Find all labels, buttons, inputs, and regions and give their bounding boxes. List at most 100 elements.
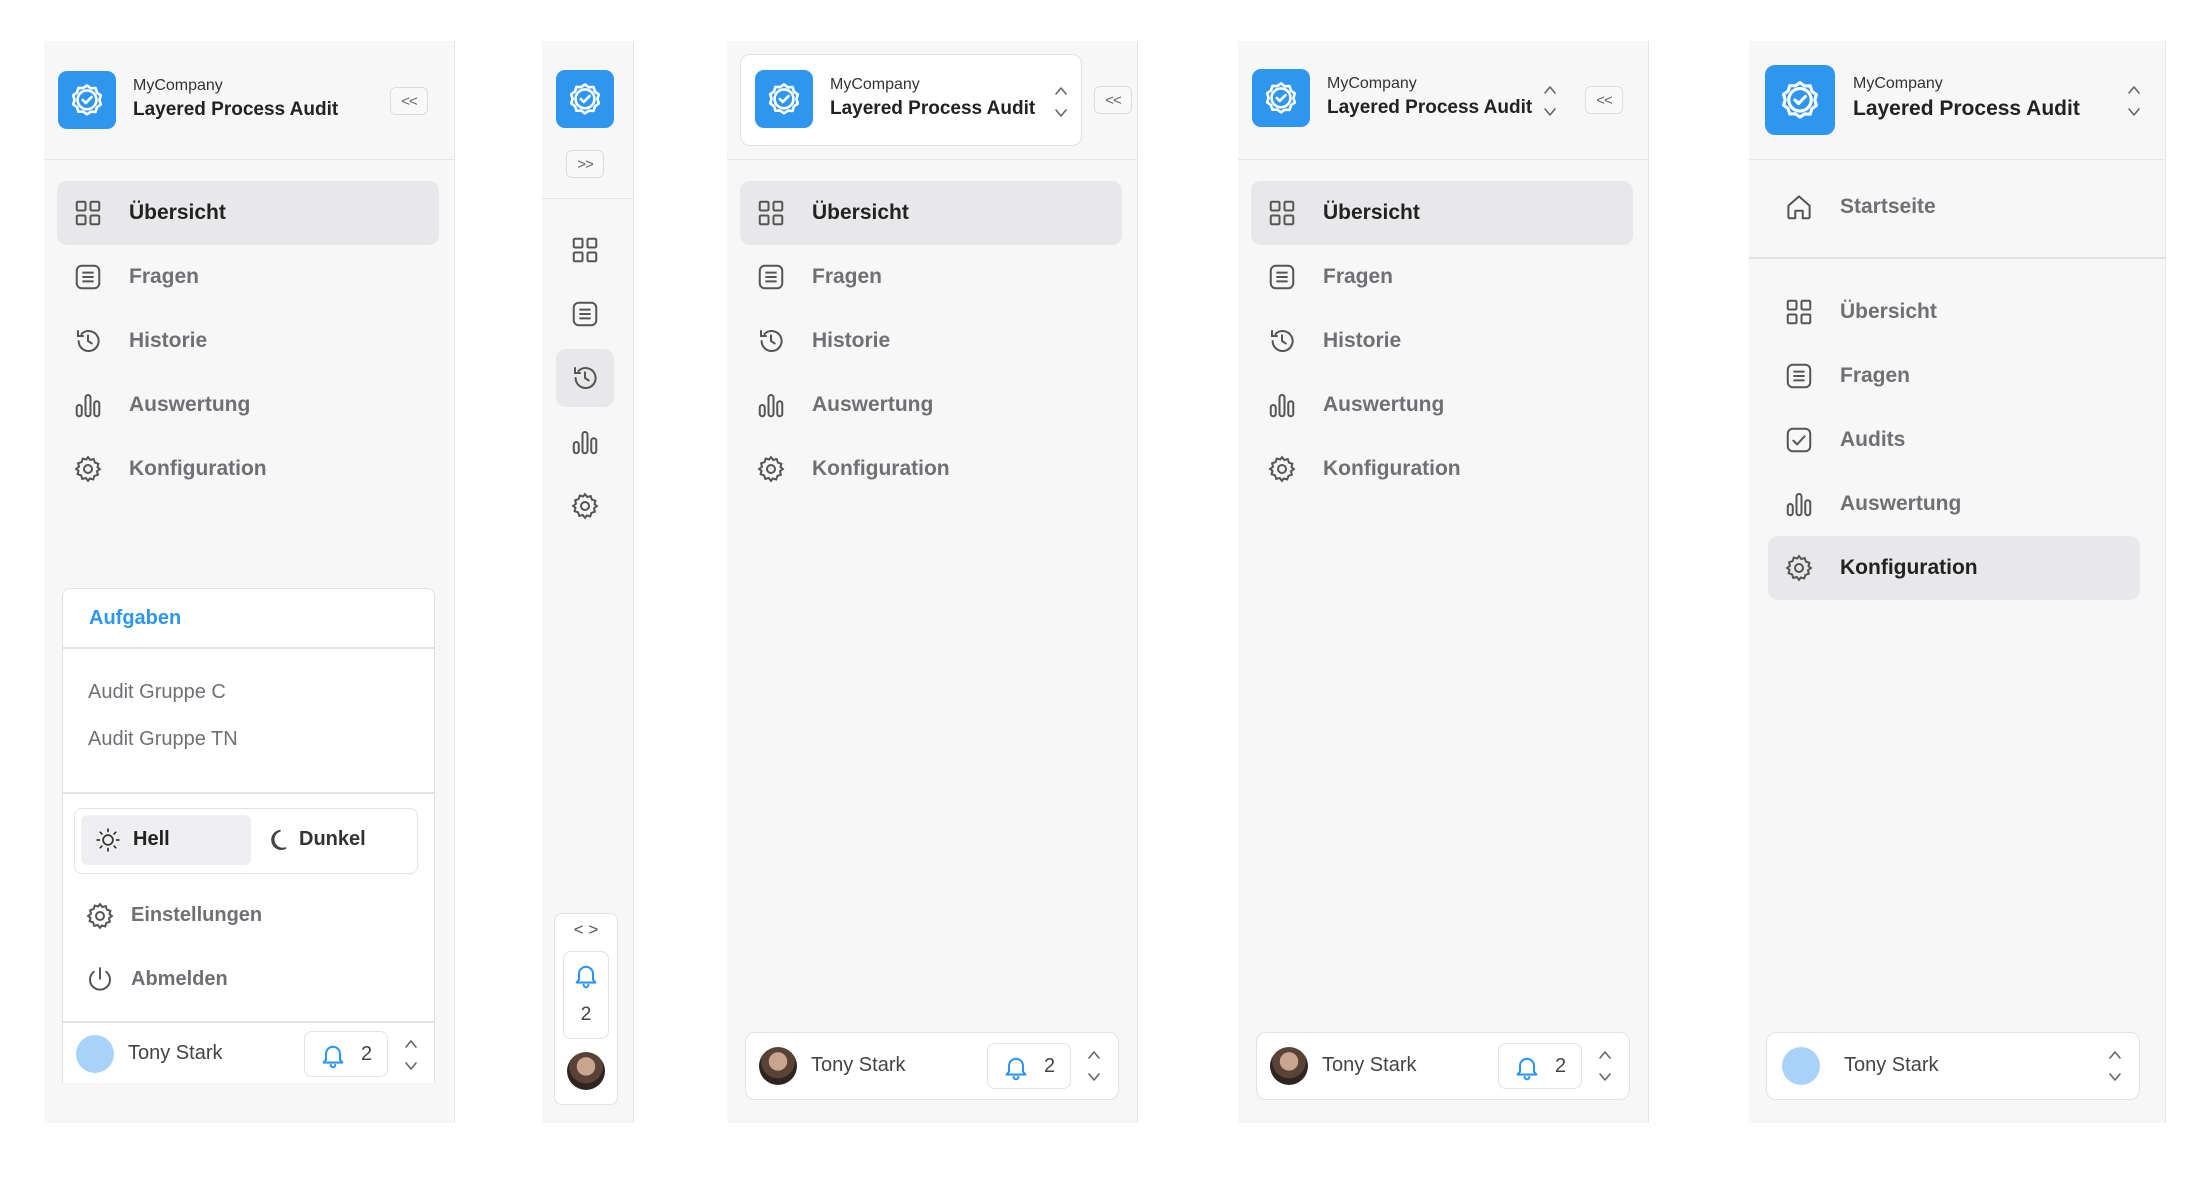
nav-item-startseite[interactable]: Startseite — [1768, 175, 2140, 239]
nav-item-auswertung[interactable]: Auswertung — [57, 373, 439, 437]
collapse-sidebar-button[interactable]: << — [1094, 86, 1132, 114]
nav-item-historie[interactable]: Historie — [1251, 309, 1633, 373]
nav-item-uebersicht[interactable]: Übersicht — [1768, 280, 2140, 344]
org-switcher[interactable]: MyCompany Layered Process Audit — [740, 54, 1082, 146]
nav-label: Auswertung — [1840, 492, 1962, 515]
user-menu-toggle[interactable] — [404, 1038, 418, 1072]
nav-label: Fragen — [129, 265, 200, 288]
nav-item-auswertung[interactable]: Auswertung — [740, 373, 1122, 437]
notifications-button[interactable]: 2 — [563, 951, 609, 1039]
collapse-sidebar-button[interactable]: << — [1585, 86, 1623, 114]
chevron-up-icon — [1087, 1049, 1101, 1061]
list-icon — [570, 299, 600, 329]
nav-item-auswertung[interactable]: Auswertung — [1251, 373, 1633, 437]
nav-icon-uebersicht[interactable] — [556, 221, 614, 279]
user-menu-toggle[interactable] — [1087, 1049, 1101, 1083]
nav-icon-historie[interactable] — [556, 349, 614, 407]
gear-icon — [1267, 454, 1297, 484]
task-item[interactable]: Audit Gruppe TN — [88, 728, 238, 751]
app-logo-icon — [755, 70, 813, 128]
logout-menu-item[interactable]: Abmelden — [74, 953, 418, 1007]
tasks-title[interactable]: Aufgaben — [89, 607, 181, 630]
nav-item-audits[interactable]: Audits — [1768, 408, 2140, 472]
nav-label: Fragen — [812, 265, 883, 288]
bell-icon — [319, 1041, 347, 1069]
theme-dark-button[interactable]: Dunkel — [255, 815, 411, 865]
bar-chart-icon — [570, 427, 600, 457]
nav-icon-auswertung[interactable] — [556, 413, 614, 471]
nav-label: Historie — [1323, 329, 1402, 352]
gear-icon — [756, 454, 786, 484]
history-icon — [73, 326, 103, 356]
nav-item-uebersicht[interactable]: Übersicht — [1251, 181, 1633, 245]
notifications-button[interactable]: 2 — [304, 1031, 388, 1077]
nav-item-fragen[interactable]: Fragen — [1768, 344, 2140, 408]
company-name: MyCompany — [133, 77, 223, 94]
chevron-down-icon — [404, 1060, 418, 1072]
avatar — [759, 1047, 797, 1085]
notifications-button[interactable]: 2 — [987, 1043, 1071, 1089]
nav-item-konfiguration[interactable]: Konfiguration — [1768, 536, 2140, 600]
app-name: Layered Process Audit — [1853, 97, 2080, 120]
nav-item-auswertung[interactable]: Auswertung — [1768, 472, 2140, 536]
history-icon — [1267, 326, 1297, 356]
nav-item-uebersicht[interactable]: Übersicht — [57, 181, 439, 245]
nav-item-fragen[interactable]: Fragen — [740, 245, 1122, 309]
user-name: Tony Stark — [811, 1054, 906, 1076]
chevron-up-icon — [2127, 84, 2141, 96]
app-name: Layered Process Audit — [133, 99, 339, 120]
divider — [63, 792, 434, 794]
nav-label: Auswertung — [129, 393, 251, 416]
nav-item-uebersicht[interactable]: Übersicht — [740, 181, 1122, 245]
expand-sidebar-button[interactable]: >> — [566, 150, 604, 178]
notification-count: 2 — [1044, 1055, 1056, 1077]
org-switcher-toggle[interactable] — [2127, 84, 2141, 118]
theme-light-button[interactable]: Hell — [81, 815, 251, 865]
nav-item-fragen[interactable]: Fragen — [57, 245, 439, 309]
chevron-down-icon — [1543, 106, 1557, 118]
notification-count: 2 — [1555, 1055, 1567, 1077]
nav-item-historie[interactable]: Historie — [57, 309, 439, 373]
avatar[interactable] — [567, 1052, 605, 1090]
user-menu-popover: Aufgaben Audit Gruppe C Audit Gruppe TN … — [62, 588, 435, 1083]
nav-item-konfiguration[interactable]: Konfiguration — [57, 437, 439, 501]
nav-label: Übersicht — [812, 201, 909, 224]
notifications-button[interactable]: 2 — [1498, 1043, 1582, 1089]
theme-dark-label: Dunkel — [299, 828, 366, 850]
nav-label: Konfiguration — [129, 457, 267, 480]
user-menu-toggle[interactable] — [2108, 1049, 2122, 1083]
divider — [1749, 257, 2165, 259]
nav-item-fragen[interactable]: Fragen — [1251, 245, 1633, 309]
settings-menu-item[interactable]: Einstellungen — [74, 889, 418, 943]
history-icon — [756, 326, 786, 356]
user-bar[interactable]: Tony Stark — [1766, 1032, 2140, 1100]
nav-item-konfiguration[interactable]: Konfiguration — [1251, 437, 1633, 501]
list-icon — [1784, 361, 1814, 391]
company-name: MyCompany — [1853, 75, 1943, 92]
chevron-up-icon — [2108, 1049, 2122, 1061]
nav-label: Konfiguration — [1323, 457, 1461, 480]
sidebar-expanded-with-menu: MyCompany Layered Process Audit << Übers… — [44, 41, 455, 1123]
user-menu-toggle[interactable] — [1598, 1049, 1612, 1083]
nav-label: Startseite — [1840, 195, 1936, 218]
nav-item-historie[interactable]: Historie — [740, 309, 1122, 373]
bell-icon — [1002, 1053, 1030, 1081]
user-name: Tony Stark — [1322, 1054, 1417, 1076]
theme-toggle: Hell Dunkel — [74, 808, 418, 874]
sidebar-expanded-flat: MyCompany Layered Process Audit << Übers… — [1238, 41, 1649, 1123]
user-bar: Tony Stark 2 — [745, 1032, 1119, 1100]
collapse-sidebar-button[interactable]: << — [390, 87, 428, 115]
bar-chart-icon — [1267, 390, 1297, 420]
bar-chart-icon — [756, 390, 786, 420]
nav-label: Fragen — [1840, 364, 1911, 387]
nav-icon-konfiguration[interactable] — [556, 477, 614, 535]
chevron-down-icon — [1087, 1071, 1101, 1083]
notification-count: 2 — [580, 1004, 592, 1025]
app-name: Layered Process Audit — [1327, 97, 1533, 118]
code-toggle-button[interactable]: < > — [555, 920, 617, 940]
nav-item-konfiguration[interactable]: Konfiguration — [740, 437, 1122, 501]
nav-icon-fragen[interactable] — [556, 285, 614, 343]
task-item[interactable]: Audit Gruppe C — [88, 681, 226, 704]
org-switcher-toggle[interactable] — [1543, 84, 1557, 118]
gear-icon — [570, 491, 600, 521]
